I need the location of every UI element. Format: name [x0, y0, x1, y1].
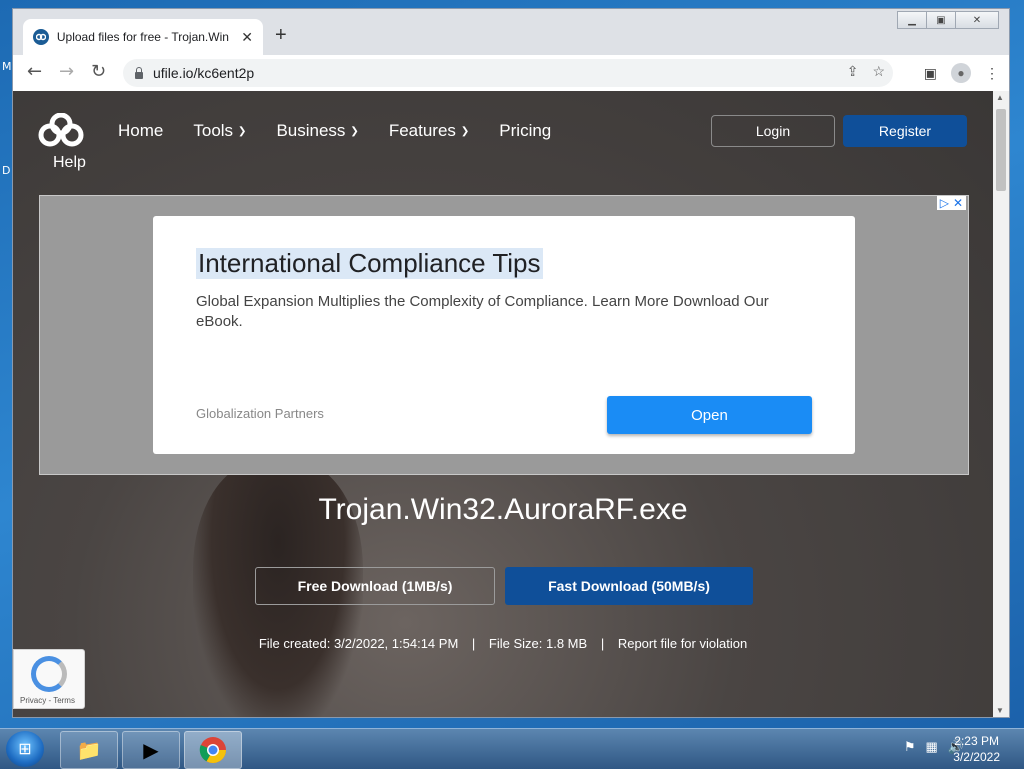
browser-toolbar: ← → ↻ ufile.io/kc6ent2p ⇪ ☆ ▣ ● ⋮: [13, 55, 1009, 92]
ad-choices[interactable]: ▷ ✕: [936, 196, 966, 210]
address-bar[interactable]: ufile.io/kc6ent2p ⇪ ☆: [123, 59, 893, 87]
nav-pricing[interactable]: Pricing: [499, 121, 551, 141]
nav-features[interactable]: Features ❯: [389, 121, 469, 141]
taskbar-chrome[interactable]: [184, 731, 242, 769]
browser-tab[interactable]: Upload files for free - Trojan.Win ✕: [23, 19, 263, 55]
network-icon[interactable]: ▦: [926, 739, 938, 755]
nav-home[interactable]: Home: [118, 121, 163, 141]
clock[interactable]: 2:23 PM 3/2/2022: [953, 733, 1000, 765]
ad-description: Global Expansion Multiplies the Complexi…: [196, 293, 769, 330]
file-name: Trojan.Win32.AuroraRF.exe: [318, 493, 688, 526]
maximize-button[interactable]: ▣: [926, 11, 956, 29]
scroll-thumb[interactable]: [996, 109, 1006, 191]
chrome-icon: [199, 737, 227, 764]
forward-arrow-icon[interactable]: →: [59, 61, 74, 82]
ad-card[interactable]: International Compliance Tips Global Exp…: [153, 216, 855, 454]
nav-label: Tools: [193, 121, 234, 140]
ad-close-icon[interactable]: ✕: [953, 196, 963, 210]
desktop-icon-label[interactable]: M: [2, 60, 12, 73]
action-center-flag-icon[interactable]: ⚑: [904, 739, 916, 755]
profile-avatar-icon[interactable]: ●: [951, 63, 971, 83]
separator: |: [471, 636, 476, 651]
help-link[interactable]: Help: [53, 154, 87, 172]
separator: |: [600, 636, 605, 651]
side-panel-icon[interactable]: ▣: [924, 65, 937, 82]
tab-title: Upload files for free - Trojan.Win: [56, 30, 229, 44]
url-text[interactable]: ufile.io/kc6ent2p: [153, 65, 254, 81]
bookmark-star-icon[interactable]: ☆: [872, 63, 885, 80]
fast-download-button[interactable]: Fast Download (50MB/s): [505, 567, 753, 605]
clock-time: 2:23 PM: [954, 734, 999, 748]
ufile-logo-icon: [38, 112, 84, 147]
chevron-down-icon: ❯: [238, 125, 247, 137]
main-nav: Home Tools ❯ Business ❯ Features ❯ Pricing: [118, 121, 581, 141]
media-player-icon: ▶: [143, 739, 159, 762]
folder-icon: 📁: [76, 739, 102, 762]
login-button[interactable]: Login: [711, 115, 835, 147]
close-window-button[interactable]: ✕: [955, 11, 999, 29]
start-button[interactable]: ⊞: [6, 731, 44, 767]
tab-strip: Upload files for free - Trojan.Win ✕ + ▁…: [13, 9, 1009, 55]
advertisement: ▷ ✕ International Compliance Tips Global…: [39, 195, 969, 475]
ad-choices-icon[interactable]: ▷: [940, 196, 949, 210]
taskbar-media-player[interactable]: ▶: [122, 731, 180, 769]
recaptcha-icon: [31, 656, 67, 692]
scroll-down-icon[interactable]: ▼: [996, 706, 1004, 715]
recaptcha-badge[interactable]: Privacy - Terms: [13, 649, 85, 709]
ad-open-button[interactable]: Open: [607, 396, 812, 434]
browser-window: Upload files for free - Trojan.Win ✕ + ▁…: [12, 8, 1010, 718]
tab-close-icon[interactable]: ✕: [241, 29, 253, 46]
file-meta: File created: 3/2/2022, 1:54:14 PM | Fil…: [13, 636, 993, 651]
scroll-up-icon[interactable]: ▲: [996, 93, 1004, 102]
desktop-icon-label[interactable]: D: [2, 164, 10, 177]
nav-tools[interactable]: Tools ❯: [193, 121, 246, 141]
nav-label: Home: [118, 121, 164, 140]
clock-date: 3/2/2022: [953, 750, 1000, 764]
free-download-button[interactable]: Free Download (1MB/s): [255, 567, 495, 605]
menu-kebab-icon[interactable]: ⋮: [985, 65, 999, 82]
reload-icon[interactable]: ↻: [91, 61, 106, 82]
new-tab-button[interactable]: +: [275, 25, 287, 45]
nav-label: Business: [276, 121, 346, 140]
nav-label: Features: [388, 121, 456, 140]
chevron-down-icon: ❯: [460, 125, 470, 137]
lock-icon[interactable]: [135, 66, 143, 79]
nav-business[interactable]: Business ❯: [276, 121, 358, 141]
nav-label: Pricing: [499, 121, 552, 140]
ad-title[interactable]: International Compliance Tips: [196, 248, 543, 279]
minimize-button[interactable]: ▁: [897, 11, 927, 29]
report-link[interactable]: Report file for violation: [618, 636, 747, 651]
ad-sponsor[interactable]: Globalization Partners: [196, 406, 324, 421]
register-button[interactable]: Register: [843, 115, 967, 147]
file-size: File Size: 1.8 MB: [488, 636, 588, 651]
window-controls: ▁ ▣ ✕: [897, 11, 999, 29]
back-arrow-icon[interactable]: ←: [27, 61, 42, 82]
taskbar-explorer[interactable]: 📁: [60, 731, 118, 769]
page-scrollbar[interactable]: ▲ ▼: [993, 91, 1009, 717]
page-viewport: Help Home Tools ❯ Business ❯ Features ❯ Pri…: [13, 91, 993, 717]
file-created: File created: 3/2/2022, 1:54:14 PM: [258, 636, 459, 651]
taskbar: ⊞ 📁 ▶ ⚑ ▦ 🔊 2:23 PM 3/2/2022: [0, 728, 1024, 769]
site-logo[interactable]: Help: [37, 112, 87, 172]
share-icon[interactable]: ⇪: [847, 63, 859, 80]
windows-logo-icon: ⊞: [18, 741, 32, 758]
chevron-down-icon: ❯: [350, 125, 359, 137]
ufile-favicon-icon: [33, 29, 49, 45]
recaptcha-links[interactable]: Privacy - Terms: [20, 696, 75, 705]
